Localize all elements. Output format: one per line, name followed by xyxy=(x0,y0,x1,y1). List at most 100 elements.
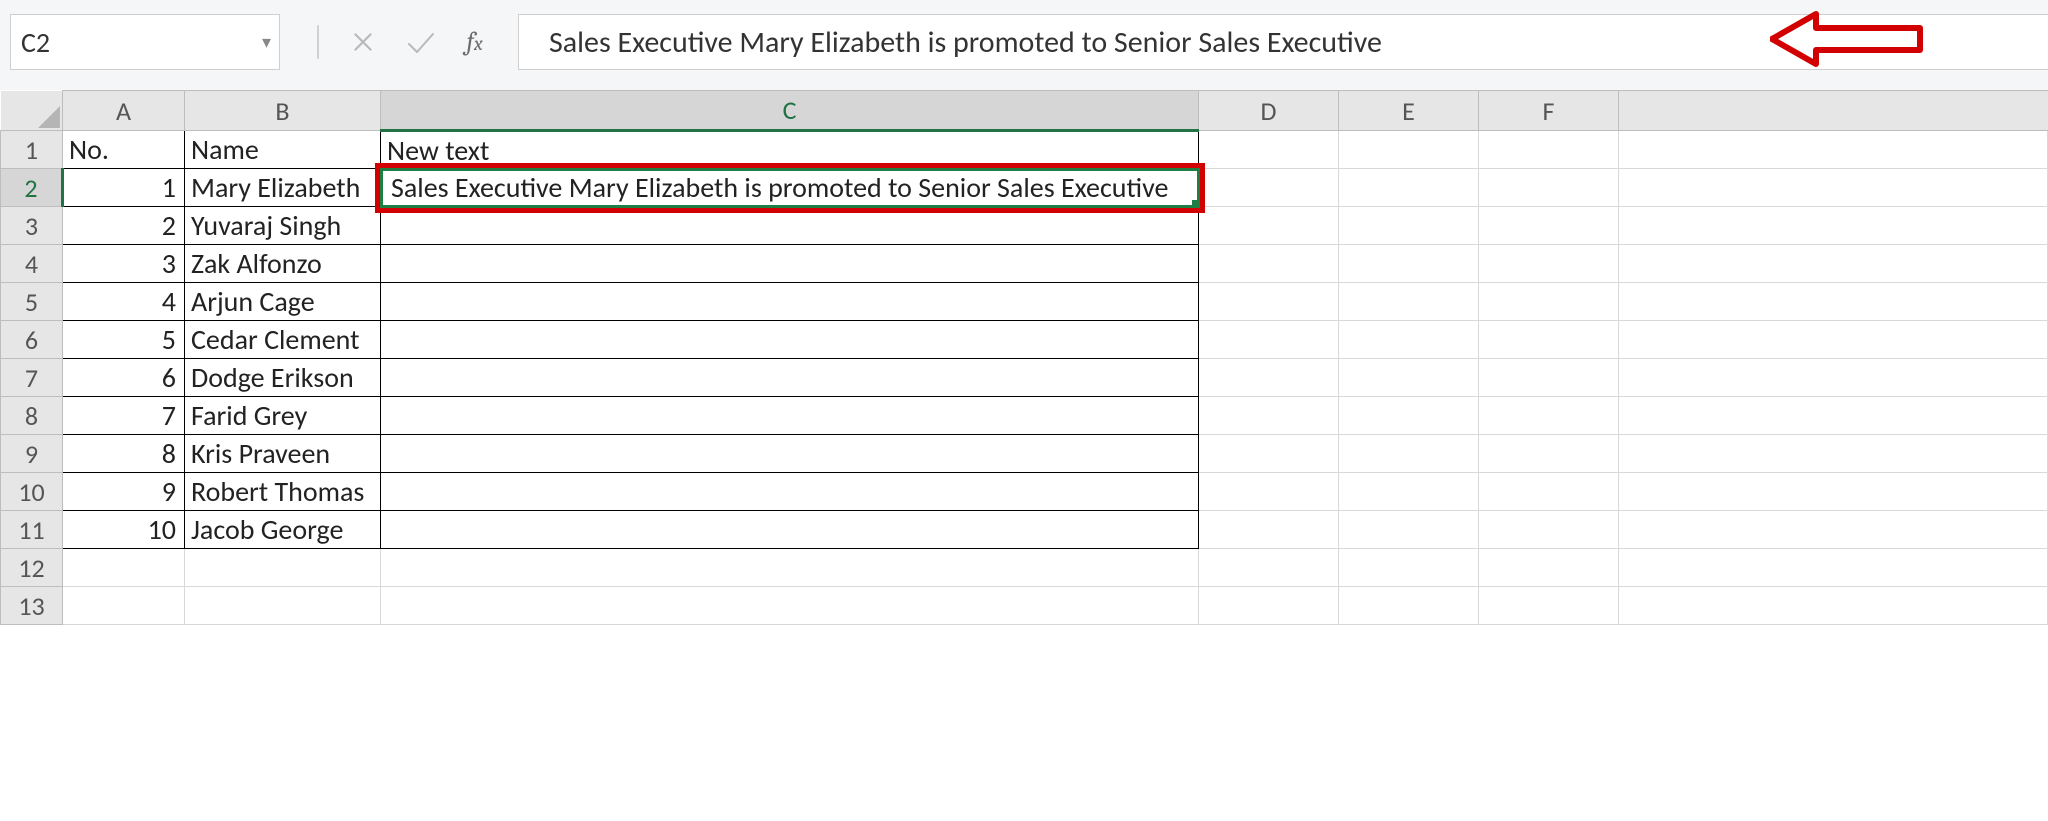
cell-B13[interactable] xyxy=(185,587,381,625)
cell-D11[interactable] xyxy=(1199,511,1339,549)
row-head-5[interactable]: 5 xyxy=(1,283,63,321)
cell-B11[interactable]: Jacob George xyxy=(185,511,381,549)
cell-E5[interactable] xyxy=(1339,283,1479,321)
cell-F8[interactable] xyxy=(1479,397,1619,435)
cell-extra-4[interactable] xyxy=(1619,245,2048,283)
cell-A3[interactable]: 2 xyxy=(63,207,185,245)
cell-A12[interactable] xyxy=(63,549,185,587)
cell-C10[interactable] xyxy=(381,473,1199,511)
row-head-3[interactable]: 3 xyxy=(1,207,63,245)
cell-A6[interactable]: 5 xyxy=(63,321,185,359)
col-head-E[interactable]: E xyxy=(1339,91,1479,131)
row-head-8[interactable]: 8 xyxy=(1,397,63,435)
cell-A11[interactable]: 10 xyxy=(63,511,185,549)
cell-C8[interactable] xyxy=(381,397,1199,435)
cell-B5[interactable]: Arjun Cage xyxy=(185,283,381,321)
cell-E13[interactable] xyxy=(1339,587,1479,625)
cell-E3[interactable] xyxy=(1339,207,1479,245)
name-box[interactable]: C2 ▾ xyxy=(10,14,280,70)
cell-A4[interactable]: 3 xyxy=(63,245,185,283)
cell-D3[interactable] xyxy=(1199,207,1339,245)
row-head-9[interactable]: 9 xyxy=(1,435,63,473)
cell-C3[interactable] xyxy=(381,207,1199,245)
row-head-4[interactable]: 4 xyxy=(1,245,63,283)
cell-F10[interactable] xyxy=(1479,473,1619,511)
cell-extra-5[interactable] xyxy=(1619,283,2048,321)
row-head-13[interactable]: 13 xyxy=(1,587,63,625)
col-head-A[interactable]: A xyxy=(63,91,185,131)
cell-A8[interactable]: 7 xyxy=(63,397,185,435)
cell-C5[interactable] xyxy=(381,283,1199,321)
cell-B7[interactable]: Dodge Erikson xyxy=(185,359,381,397)
col-head-C[interactable]: C xyxy=(381,91,1199,131)
cell-B3[interactable]: Yuvaraj Singh xyxy=(185,207,381,245)
row-head-2[interactable]: 2 xyxy=(1,169,63,207)
row-head-11[interactable]: 11 xyxy=(1,511,63,549)
cell-D1[interactable] xyxy=(1199,131,1339,169)
cell-extra-7[interactable] xyxy=(1619,359,2048,397)
cell-C2[interactable]: Sales Executive Mary Elizabeth is promot… xyxy=(381,169,1199,207)
cell-D12[interactable] xyxy=(1199,549,1339,587)
cell-C7[interactable] xyxy=(381,359,1199,397)
cell-C12[interactable] xyxy=(381,549,1199,587)
cell-E8[interactable] xyxy=(1339,397,1479,435)
row-head-7[interactable]: 7 xyxy=(1,359,63,397)
cell-F9[interactable] xyxy=(1479,435,1619,473)
cell-B6[interactable]: Cedar Clement xyxy=(185,321,381,359)
cell-B4[interactable]: Zak Alfonzo xyxy=(185,245,381,283)
cell-E12[interactable] xyxy=(1339,549,1479,587)
select-all-cell[interactable] xyxy=(1,91,63,131)
cell-A5[interactable]: 4 xyxy=(63,283,185,321)
spreadsheet-grid[interactable]: A B C D E F 1No.NameNew text21Mary Eliza… xyxy=(0,90,2048,625)
cell-E2[interactable] xyxy=(1339,169,1479,207)
fx-icon[interactable]: fx xyxy=(466,27,482,57)
cell-C6[interactable] xyxy=(381,321,1199,359)
cell-extra-8[interactable] xyxy=(1619,397,2048,435)
cell-C11[interactable] xyxy=(381,511,1199,549)
cell-extra-6[interactable] xyxy=(1619,321,2048,359)
col-head-B[interactable]: B xyxy=(185,91,381,131)
cell-E7[interactable] xyxy=(1339,359,1479,397)
cell-F11[interactable] xyxy=(1479,511,1619,549)
cell-A13[interactable] xyxy=(63,587,185,625)
enter-icon[interactable] xyxy=(406,29,436,55)
cell-extra-13[interactable] xyxy=(1619,587,2048,625)
cell-E4[interactable] xyxy=(1339,245,1479,283)
cell-B8[interactable]: Farid Grey xyxy=(185,397,381,435)
col-head-D[interactable]: D xyxy=(1199,91,1339,131)
cell-B2[interactable]: Mary Elizabeth xyxy=(185,169,381,207)
cell-D2[interactable] xyxy=(1199,169,1339,207)
row-head-1[interactable]: 1 xyxy=(1,131,63,169)
cell-D10[interactable] xyxy=(1199,473,1339,511)
cell-D6[interactable] xyxy=(1199,321,1339,359)
cell-B9[interactable]: Kris Praveen xyxy=(185,435,381,473)
cell-B1[interactable]: Name xyxy=(185,131,381,169)
cell-extra-9[interactable] xyxy=(1619,435,2048,473)
cell-E11[interactable] xyxy=(1339,511,1479,549)
cell-C4[interactable] xyxy=(381,245,1199,283)
cell-D7[interactable] xyxy=(1199,359,1339,397)
col-head-extra[interactable] xyxy=(1619,91,2048,131)
cell-extra-1[interactable] xyxy=(1619,131,2048,169)
cell-F3[interactable] xyxy=(1479,207,1619,245)
cell-A10[interactable]: 9 xyxy=(63,473,185,511)
cell-D5[interactable] xyxy=(1199,283,1339,321)
cell-B12[interactable] xyxy=(185,549,381,587)
cell-E9[interactable] xyxy=(1339,435,1479,473)
chevron-down-icon[interactable]: ▾ xyxy=(262,31,271,53)
formula-bar-input[interactable]: Sales Executive Mary Elizabeth is promot… xyxy=(518,14,2048,70)
cell-E1[interactable] xyxy=(1339,131,1479,169)
cell-E10[interactable] xyxy=(1339,473,1479,511)
cell-C9[interactable] xyxy=(381,435,1199,473)
cancel-icon[interactable] xyxy=(350,29,376,55)
cell-D13[interactable] xyxy=(1199,587,1339,625)
cell-A1[interactable]: No. xyxy=(63,131,185,169)
cell-extra-3[interactable] xyxy=(1619,207,2048,245)
cell-C13[interactable] xyxy=(381,587,1199,625)
cell-B10[interactable]: Robert Thomas xyxy=(185,473,381,511)
cell-D4[interactable] xyxy=(1199,245,1339,283)
cell-F1[interactable] xyxy=(1479,131,1619,169)
cell-A9[interactable]: 8 xyxy=(63,435,185,473)
cell-extra-10[interactable] xyxy=(1619,473,2048,511)
row-head-10[interactable]: 10 xyxy=(1,473,63,511)
